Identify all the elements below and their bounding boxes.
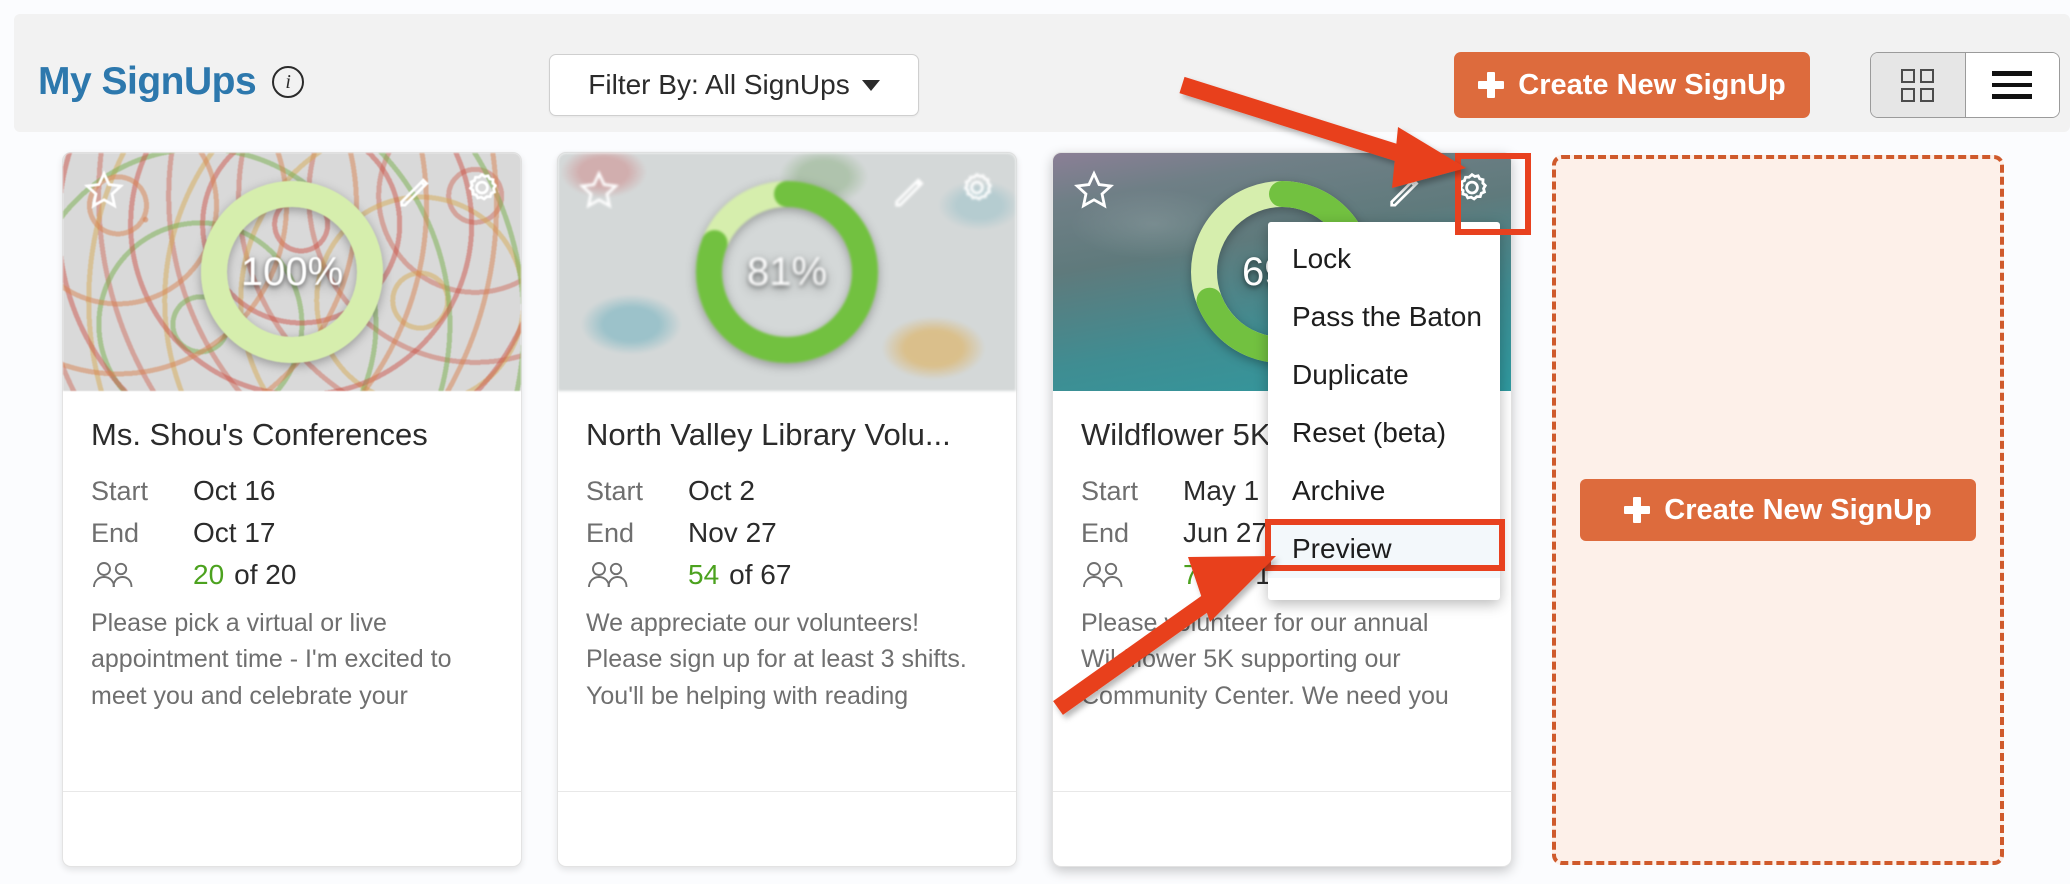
people-icon [1081, 560, 1183, 590]
star-icon[interactable] [1073, 169, 1115, 216]
end-value: Jun 27 [1183, 517, 1268, 548]
progress-ring: 81% [689, 174, 885, 370]
participants-filled: 20 [193, 559, 225, 590]
card-title: North Valley Library Volu... [586, 417, 951, 452]
end-label: End [1081, 518, 1130, 548]
view-toggle-group [1870, 52, 2060, 118]
create-new-signup-button[interactable]: Create New SignUp [1454, 52, 1810, 118]
grid-view-button[interactable] [1871, 53, 1966, 117]
dropdown-item-reset-beta[interactable]: Reset (beta) [1268, 404, 1500, 462]
info-icon[interactable]: i [272, 65, 305, 98]
pencil-edit-icon[interactable] [890, 171, 930, 216]
card-media-image: 81% [558, 153, 1016, 391]
start-label: Start [91, 476, 149, 506]
filter-label: Filter By: All SignUps [588, 69, 850, 100]
card-body: Ms. Shou's Conferences Start Oct 16 End … [63, 391, 521, 714]
card-title: Ms. Shou's Conferences [91, 417, 428, 452]
card-footer-divider [558, 791, 1016, 792]
page-header: My SignUps i Filter By: All SignUps Crea… [14, 14, 2070, 132]
card-media-image: 100% [63, 153, 521, 391]
star-icon[interactable] [578, 169, 620, 216]
gear-settings-icon[interactable] [956, 169, 998, 216]
participants-total: of 67 [729, 559, 792, 590]
create-new-signup-card-label: Create New SignUp [1664, 493, 1932, 526]
end-label: End [586, 518, 635, 548]
progress-percent: 100% [240, 249, 344, 294]
people-icon [91, 560, 193, 590]
card-description: We appreciate our volunteers! Please sig… [586, 609, 967, 710]
plus-icon [1624, 497, 1651, 523]
title-group: My SignUps i [38, 60, 305, 103]
participants-row: 54 of 67 [586, 559, 988, 591]
gear-settings-icon[interactable] [1451, 169, 1493, 216]
progress-ring: 100% [194, 174, 390, 370]
dropdown-item-archive[interactable]: Archive [1268, 462, 1500, 520]
star-icon[interactable] [83, 169, 125, 216]
plus-icon [1478, 72, 1505, 98]
card-description: Please volunteer for our annual Wildflow… [1081, 609, 1449, 710]
participants-total: of 20 [234, 559, 297, 590]
gear-settings-icon[interactable] [461, 169, 503, 216]
pencil-edit-icon[interactable] [395, 171, 435, 216]
start-label: Start [586, 476, 644, 506]
create-new-signup-card-button[interactable]: Create New SignUp [1580, 479, 1976, 541]
signup-card[interactable]: 81% North Valley Library Volu... Start O… [557, 152, 1017, 867]
start-value: May 1 [1183, 475, 1260, 506]
start-date-row: Start Oct 2 [586, 475, 988, 507]
list-view-icon [1992, 71, 2033, 99]
participants-filled: 79 [1183, 559, 1215, 590]
chevron-down-icon [861, 79, 880, 91]
signup-card[interactable]: 100% Ms. Shou's Conferences Start Oct 16… [62, 152, 522, 867]
dropdown-item-pass-the-baton[interactable]: Pass the Baton [1268, 288, 1500, 346]
dropdown-item-preview[interactable]: Preview [1268, 520, 1500, 578]
progress-percent: 81% [746, 249, 828, 294]
end-label: End [91, 518, 140, 548]
filter-by-dropdown[interactable]: Filter By: All SignUps [549, 54, 919, 116]
participants-row: 20 of 20 [91, 559, 493, 591]
dropdown-item-lock[interactable]: Lock [1268, 230, 1500, 288]
start-label: Start [1081, 476, 1139, 506]
end-date-row: End Oct 17 [91, 517, 493, 549]
card-description: Please pick a virtual or live appointmen… [91, 609, 452, 710]
end-date-row: End Nov 27 [586, 517, 988, 549]
card-settings-dropdown-menu[interactable]: Lock Pass the Baton Duplicate Reset (bet… [1268, 222, 1500, 600]
card-footer-divider [1053, 791, 1511, 792]
list-view-button[interactable] [1965, 53, 2059, 117]
grid-view-icon [1901, 68, 1935, 102]
pencil-edit-icon[interactable] [1385, 171, 1425, 216]
dropdown-item-duplicate[interactable]: Duplicate [1268, 346, 1500, 404]
end-value: Nov 27 [688, 517, 777, 548]
card-body: North Valley Library Volu... Start Oct 2… [558, 391, 1016, 714]
card-footer-divider [63, 791, 521, 792]
start-value: Oct 16 [193, 475, 276, 506]
create-new-signup-card[interactable]: Create New SignUp [1552, 155, 2004, 865]
participants-filled: 54 [688, 559, 720, 590]
end-value: Oct 17 [193, 517, 276, 548]
start-date-row: Start Oct 16 [91, 475, 493, 507]
start-value: Oct 2 [688, 475, 755, 506]
create-new-signup-label: Create New SignUp [1518, 68, 1786, 101]
page-title: My SignUps [38, 60, 257, 103]
people-icon [586, 560, 688, 590]
